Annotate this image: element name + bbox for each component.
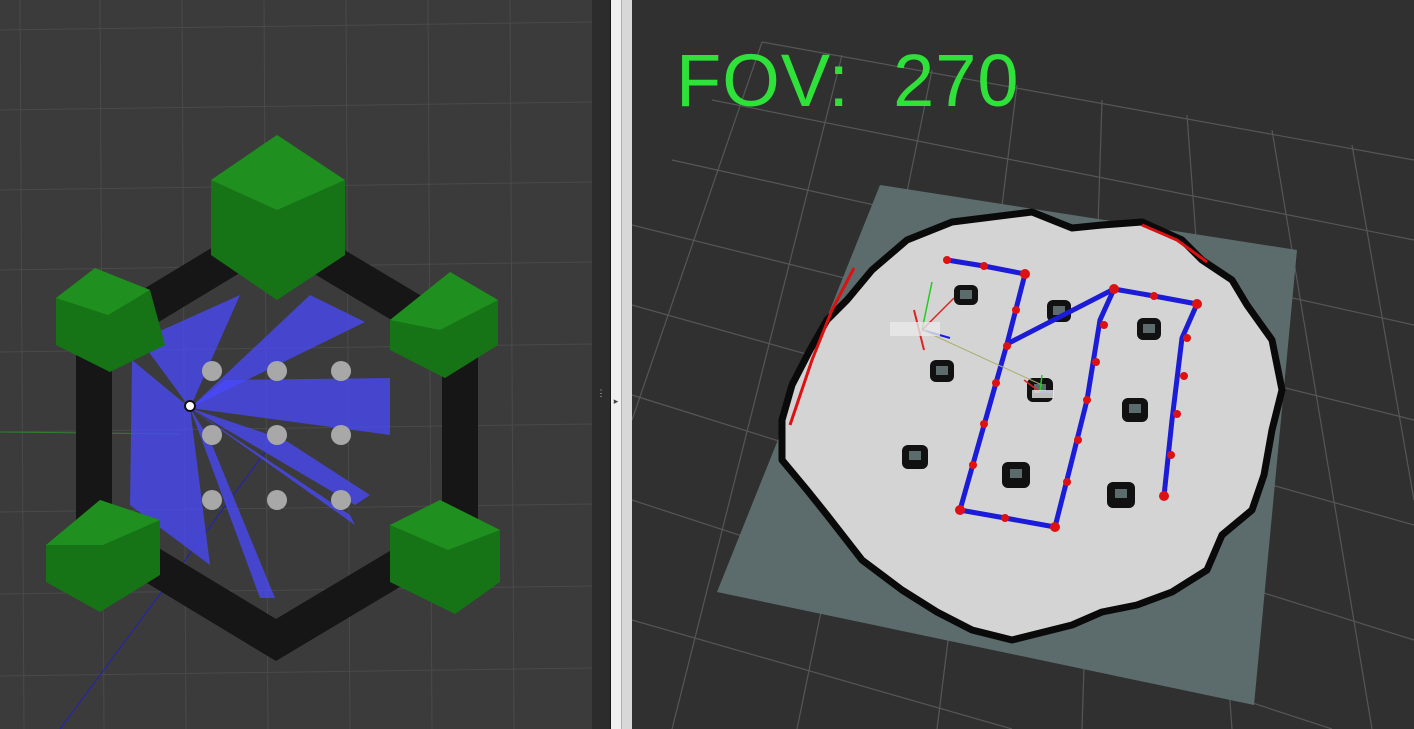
splitter-bar-light [611, 0, 621, 729]
cube-left-lower [46, 500, 160, 612]
view-splitter[interactable]: ⋮ ▸ [592, 0, 633, 729]
app-window: ⋮ ▸ FOV: 270 [0, 0, 1414, 729]
map-viewport[interactable]: FOV: 270 [632, 0, 1414, 729]
robot-marker[interactable] [184, 400, 196, 412]
laser-scan [130, 295, 390, 598]
fov-value: 270 [893, 39, 1020, 122]
collapse-arrow-icon[interactable]: ▸ [611, 396, 621, 408]
fov-overlay-text: FOV: 270 [676, 44, 1020, 118]
cube-right-lower [390, 500, 500, 614]
splitter-bar [592, 0, 611, 729]
simulation-viewport[interactable] [0, 0, 592, 729]
splitter-handle-icon[interactable]: ⋮ [596, 388, 606, 408]
cube-left-upper [56, 268, 165, 372]
fov-label: FOV: [676, 39, 850, 122]
simulation-scene [0, 0, 592, 729]
